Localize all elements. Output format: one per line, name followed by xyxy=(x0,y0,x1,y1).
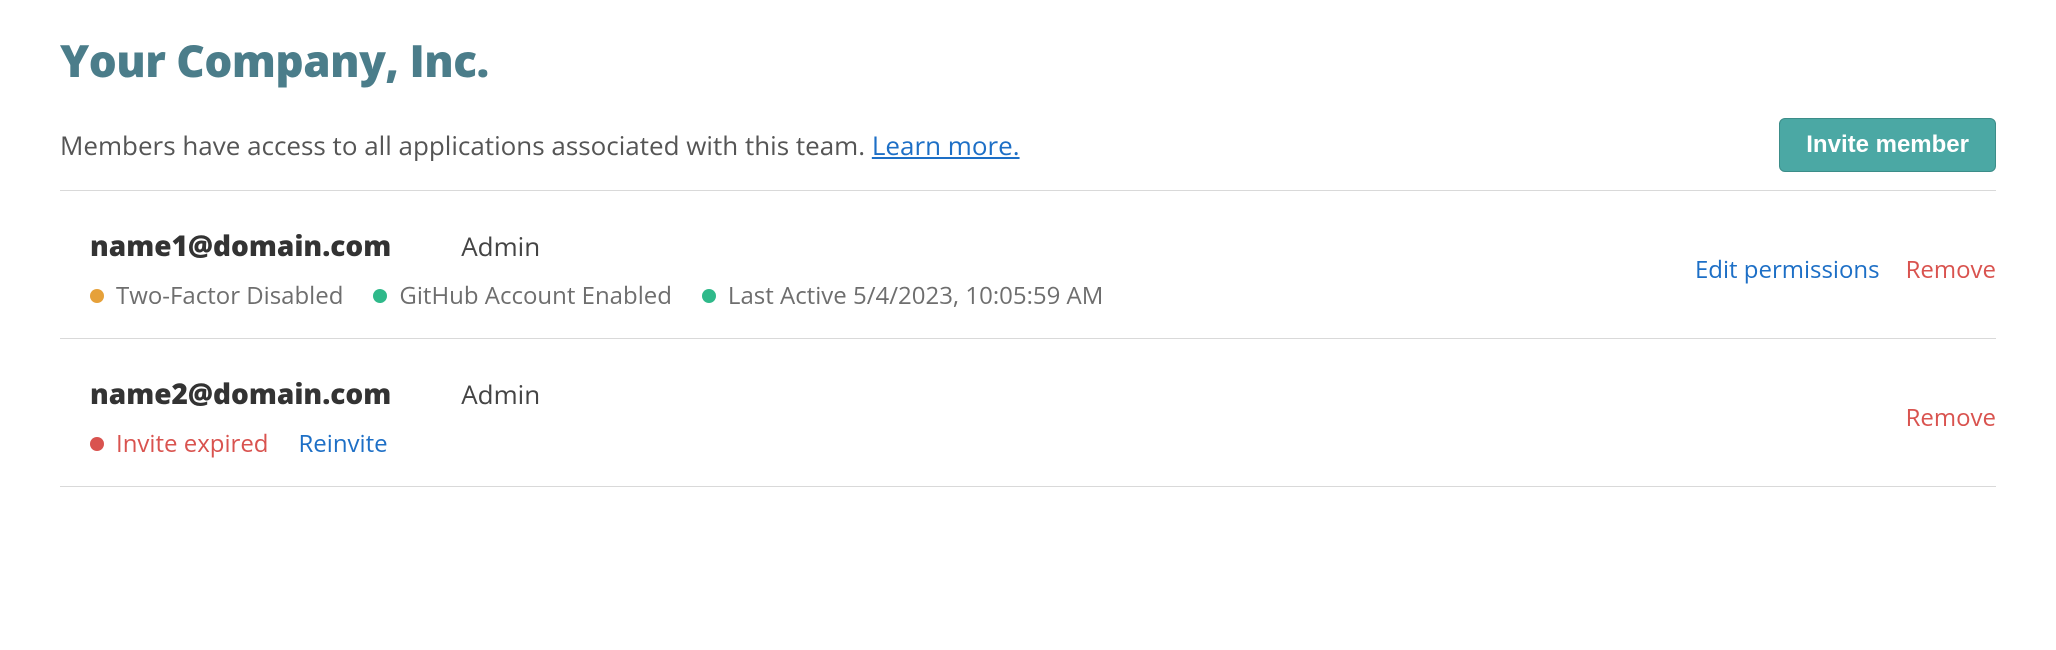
status-dot-icon xyxy=(90,437,104,451)
member-status-line: Two-Factor Disabled GitHub Account Enabl… xyxy=(90,279,1103,312)
intro-row: Members have access to all applications … xyxy=(60,118,1996,191)
member-row: name1@domain.com Admin Two-Factor Disabl… xyxy=(60,191,1996,339)
status-dot-icon xyxy=(702,289,716,303)
member-email: name1@domain.com xyxy=(90,227,391,265)
member-actions: Edit permissions Remove xyxy=(1695,253,1996,286)
member-top-line: name2@domain.com Admin xyxy=(90,375,540,413)
member-actions: Remove xyxy=(1906,401,1996,434)
github-label: GitHub Account Enabled xyxy=(399,279,672,312)
remove-link[interactable]: Remove xyxy=(1906,253,1996,286)
invite-member-button[interactable]: Invite member xyxy=(1779,118,1996,172)
github-status: GitHub Account Enabled xyxy=(373,279,672,312)
two-factor-status: Two-Factor Disabled xyxy=(90,279,343,312)
last-active-status: Last Active 5/4/2023, 10:05:59 AM xyxy=(702,279,1103,312)
remove-link[interactable]: Remove xyxy=(1906,401,1996,434)
member-role: Admin xyxy=(461,376,540,412)
member-role: Admin xyxy=(461,228,540,264)
member-info: name2@domain.com Admin Invite expired Re… xyxy=(90,375,540,460)
intro-text: Members have access to all applications … xyxy=(60,127,1020,163)
last-active-label: Last Active 5/4/2023, 10:05:59 AM xyxy=(728,279,1103,312)
invite-status-label: Invite expired xyxy=(116,427,268,460)
edit-permissions-link[interactable]: Edit permissions xyxy=(1695,253,1880,286)
intro-text-body: Members have access to all applications … xyxy=(60,127,872,163)
page-title: Your Company, Inc. xyxy=(60,30,1996,90)
reinvite-link[interactable]: Reinvite xyxy=(298,427,387,460)
two-factor-label: Two-Factor Disabled xyxy=(116,279,343,312)
member-email: name2@domain.com xyxy=(90,375,391,413)
learn-more-link[interactable]: Learn more. xyxy=(872,127,1020,163)
status-dot-icon xyxy=(90,289,104,303)
member-row: name2@domain.com Admin Invite expired Re… xyxy=(60,339,1996,487)
member-top-line: name1@domain.com Admin xyxy=(90,227,1103,265)
member-info: name1@domain.com Admin Two-Factor Disabl… xyxy=(90,227,1103,312)
invite-status: Invite expired xyxy=(90,427,268,460)
member-status-line: Invite expired Reinvite xyxy=(90,427,540,460)
status-dot-icon xyxy=(373,289,387,303)
